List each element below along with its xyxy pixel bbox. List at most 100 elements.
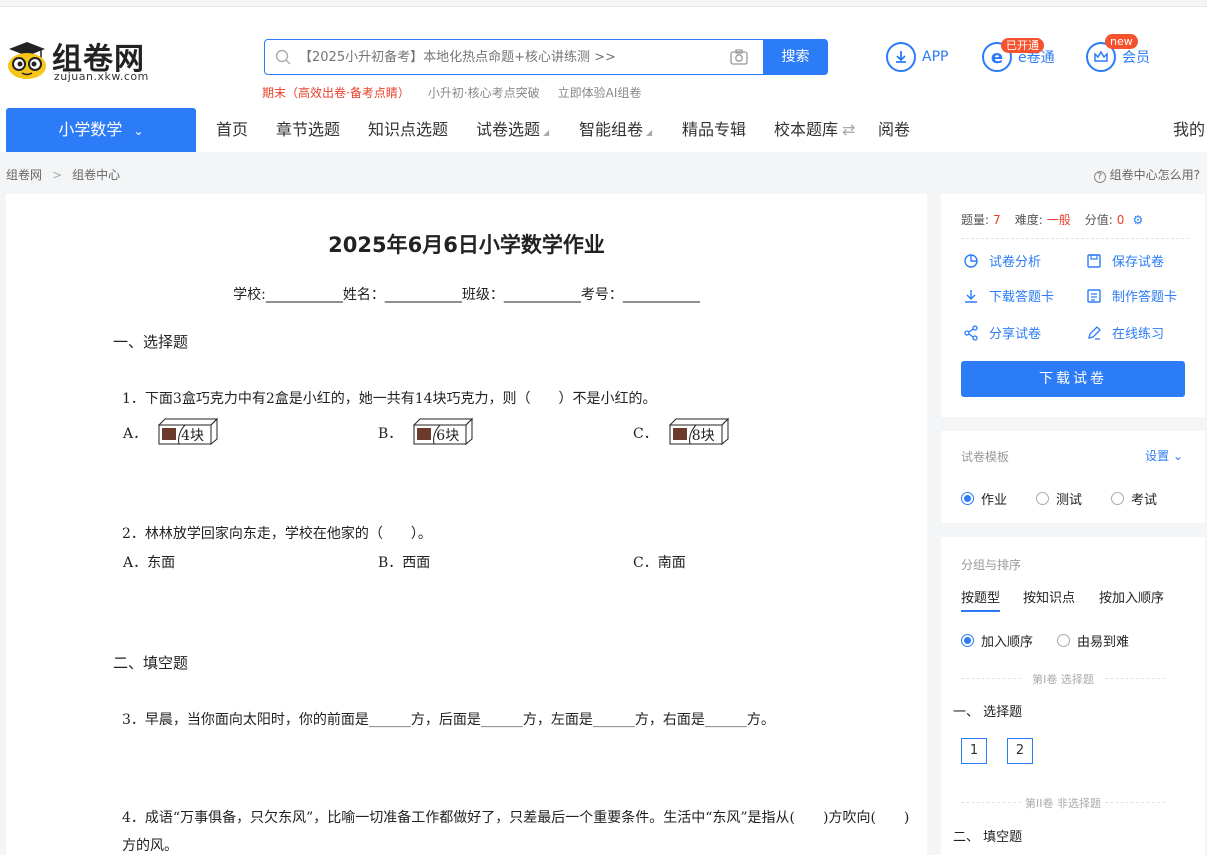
count-label: 题量: [961,213,990,227]
search-button[interactable]: 搜索 [763,39,828,75]
download-paper-button[interactable]: 下载试卷 [961,361,1185,397]
difficulty-value: 一般 [1046,213,1071,227]
subject-label: 小学数学 [58,120,123,139]
tab-by-order[interactable]: 按加入顺序 [1099,587,1164,606]
app-link[interactable]: APP [886,42,948,72]
search-input[interactable] [299,40,719,74]
make-answer-card-button[interactable]: 制作答题卡 [1086,286,1177,305]
save-button[interactable]: 保存试卷 [1086,251,1164,270]
option-letter: C． [633,426,658,442]
breadcrumb-home[interactable]: 组卷网 [6,168,42,182]
volume-1-divider: 第I卷 选择题 [961,671,1165,687]
nav-featured[interactable]: 精品专辑 [682,108,746,152]
option-b[interactable]: B． 6块 [378,417,497,449]
divider [961,238,1189,239]
option-text: 8块 [691,428,715,444]
template-exam-radio[interactable]: 考试 [1111,489,1157,508]
question-1[interactable]: 1．下面3盒巧克力中有2盒是小红的，她一共有14块巧克力，则（ ）不是小红的。 [122,388,657,408]
vip-new-badge: new [1105,34,1138,49]
main-nav: 小学数学 ⌄ 首页 章节选题 知识点选题 试卷选题 ◢ 智能组卷 ◢ 精品专辑 校本… [0,108,1207,152]
question-4-cont: 方的风。 [122,838,178,854]
question-2[interactable]: 2．林林放学回家向东走，学校在他家的（ ）。 [122,523,432,543]
paper-stats: 题量: 7 难度: 一般 分值: 0 ⚙ [961,211,1143,228]
search-box: 搜索 [264,39,828,75]
option-b[interactable]: B．西面 [378,552,430,572]
order-difficulty-radio[interactable]: 由易到难 [1057,631,1129,650]
breadcrumb: 组卷网 > 组卷中心 [6,166,120,183]
question-icon: ? [1093,171,1106,183]
save-label: 保存试卷 [1112,255,1165,270]
hot-link[interactable]: 立即体验AI组卷 [558,86,642,100]
breadcrumb-sep: > [52,168,63,182]
question-number-1[interactable]: 1 [961,738,987,764]
paper-title[interactable]: 2025年6月6日小学数学作业 [6,229,927,259]
question-4[interactable]: 4．成语“万事俱备，只欠东风”，比喻一切准备工作都做好了，只差最后一个重要条件。… [122,807,909,827]
radio-label: 加入顺序 [981,635,1034,650]
option-c[interactable]: C． 8块 [633,417,753,449]
nav-smart[interactable]: 智能组卷 ◢ [579,108,652,152]
section-heading: 一、选择题 [113,333,189,351]
question-number-2[interactable]: 2 [1007,738,1033,764]
nav-knowledge[interactable]: 知识点选题 [368,108,448,152]
template-title: 试卷模板 [961,450,1010,464]
nav-mine[interactable]: 我的 [1173,108,1205,152]
nav-smart-label: 智能组卷 [579,120,644,139]
tab-by-knowledge[interactable]: 按知识点 [1023,587,1075,606]
template-panel: 试卷模板 设置 ⌄ 作业 测试 考试 [941,431,1205,523]
option-text: 4块 [181,428,205,444]
template-test-radio[interactable]: 测试 [1036,489,1082,508]
nav-school-bank-label: 校本题库 [774,120,839,139]
template-homework-radio[interactable]: 作业 [961,489,1007,508]
group-sort-panel: 分组与排序 按题型 按知识点 按加入顺序 加入顺序 由易到难 第I卷 选择题 一… [941,537,1205,855]
radio-icon [1111,492,1124,505]
nav-grading[interactable]: 阅卷 [878,108,910,152]
radio-selected-icon [961,492,974,505]
camera-icon[interactable] [730,49,748,65]
nav-paper-label: 试卷选题 [476,120,541,139]
gear-icon[interactable]: ⚙ [1132,213,1143,227]
tab-by-type[interactable]: 按题型 [961,587,1001,612]
help-link[interactable]: ? 组卷中心怎么用? [1093,166,1200,183]
option-a[interactable]: A．东面 [123,552,175,572]
vip-label: 会员 [1122,50,1150,66]
option-letter: B． [378,426,403,442]
template-setting-label: 设置 [1145,449,1170,463]
option-letter: A． [123,426,148,442]
score-value: 0 [1116,213,1125,227]
share-icon [964,324,978,341]
nav-paper[interactable]: 试卷选题 ◢ [476,108,549,152]
radio-label: 由易到难 [1077,635,1130,650]
triangle-icon: ◢ [543,128,550,137]
nav-home[interactable]: 首页 [216,108,248,152]
paper-preview: 2025年6月6日小学数学作业 学校:___________姓名：_______… [6,194,927,855]
download-answer-card-button[interactable]: 下载答题卡 [963,286,1054,305]
chevron-down-icon: ⌄ [1169,449,1183,463]
header: 组卷网 zujuan.xkw.com 搜索 期末（高效出卷·备考点睛） 小升初·核… [0,7,1207,108]
download-icon [965,289,977,303]
logo-subtitle: zujuan.xkw.com [54,70,149,83]
order-added-radio[interactable]: 加入顺序 [961,631,1033,650]
breadcrumb-current: 组卷中心 [72,168,121,182]
nav-school-bank[interactable]: 校本题库 ⇄ [774,108,855,152]
option-c[interactable]: C．南面 [633,552,686,572]
logo[interactable]: 组卷网 zujuan.xkw.com [5,34,155,86]
volume-2-section: 二、 填空题 [953,830,1023,845]
hot-link[interactable]: 小升初·核心考点突破 [428,86,540,100]
template-setting[interactable]: 设置 ⌄ [1145,447,1183,464]
subject-selector[interactable]: 小学数学 ⌄ [6,108,196,152]
logo-mascot-icon [8,42,46,79]
analysis-button[interactable]: 试卷分析 [963,251,1041,270]
card-icon [1087,288,1101,303]
triangle-icon: ◢ [646,128,653,137]
app-label: APP [922,49,949,65]
share-label: 分享试卷 [989,327,1042,342]
hot-link[interactable]: 期末（高效出卷·备考点睛） [262,86,410,100]
share-button[interactable]: 分享试卷 [963,323,1041,342]
pie-chart-icon [964,253,978,268]
nav-chapter[interactable]: 章节选题 [276,108,340,152]
chevron-down-icon: ⌄ [133,124,144,138]
question-3[interactable]: 3．早晨，当你面向太阳时，你的前面是______方，后面是______方，左面是… [122,709,775,729]
option-a[interactable]: A． 4块 [123,417,242,449]
radio-label: 作业 [981,493,1008,508]
online-practice-button[interactable]: 在线练习 [1086,323,1164,342]
